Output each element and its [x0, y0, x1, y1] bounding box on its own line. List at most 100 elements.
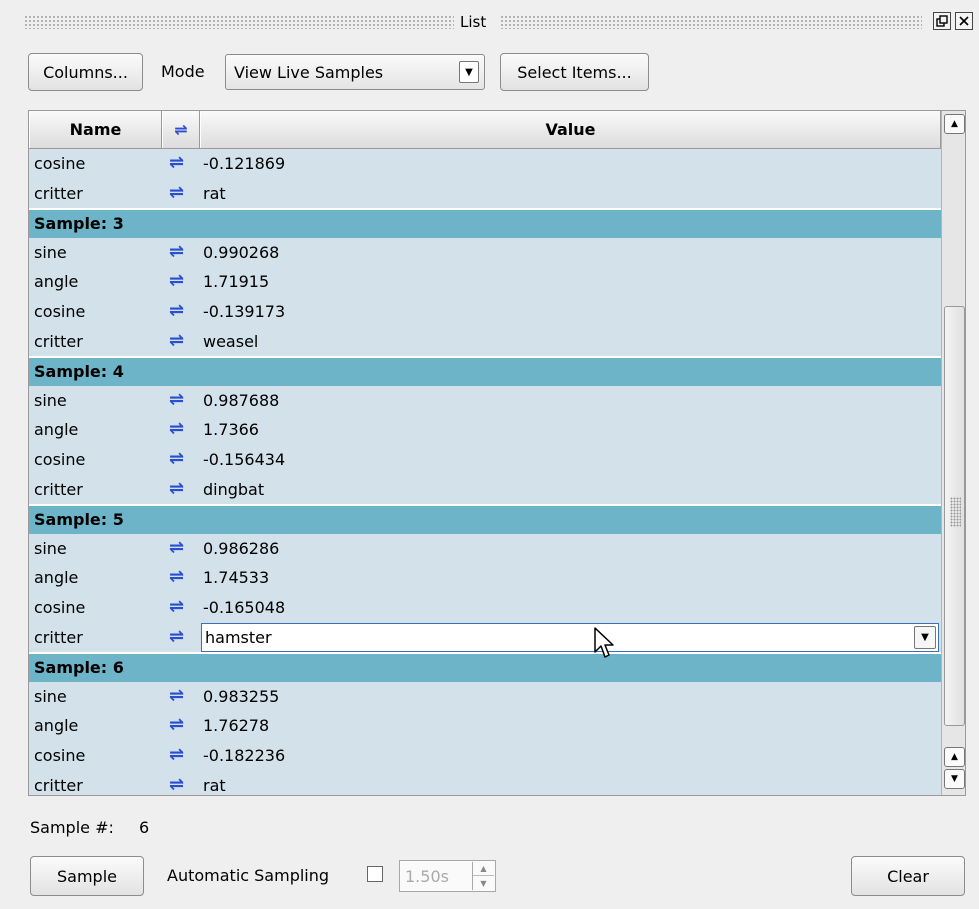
table-row[interactable]: cosine ⇌ -0.165048 — [29, 593, 941, 623]
table-row[interactable]: sine ⇌ 0.983255 — [29, 682, 941, 712]
row-name: sine — [34, 538, 67, 558]
column-header-swap-icon[interactable]: ⇌ — [162, 111, 200, 148]
title-bar-grip-left[interactable] — [24, 15, 454, 29]
mouse-pointer-icon — [594, 627, 614, 658]
swap-icon[interactable]: ⇌ — [169, 537, 184, 558]
swap-icon[interactable]: ⇌ — [169, 270, 184, 291]
sampling-interval-spinbox[interactable]: 1.50s ▲ ▼ — [399, 860, 496, 892]
mode-label: Mode — [161, 62, 205, 81]
automatic-sampling-checkbox[interactable] — [367, 866, 383, 882]
row-value: weasel — [203, 331, 259, 351]
spin-up-arrow-icon[interactable]: ▲ — [473, 862, 494, 876]
row-name: sine — [34, 686, 67, 706]
swap-icon[interactable]: ⇌ — [169, 418, 184, 439]
row-name: critter — [34, 183, 83, 203]
row-value: 1.74533 — [203, 568, 270, 588]
sample-group-label: Sample: 3 — [34, 214, 124, 234]
sample-group-header[interactable]: Sample: 4 — [29, 356, 941, 387]
table-row[interactable]: sine ⇌ 0.986286 — [29, 534, 941, 564]
row-name: cosine — [34, 302, 86, 321]
table-row[interactable]: cosine ⇌ -0.182236 — [29, 741, 941, 771]
table-row[interactable]: angle ⇌ 1.71915 — [29, 267, 941, 297]
table-row[interactable]: angle ⇌ 1.76278 — [29, 711, 941, 741]
columns-button[interactable]: Columns... — [28, 53, 143, 91]
spin-down-arrow-icon[interactable]: ▼ — [473, 876, 494, 890]
table-row[interactable]: cosine ⇌ -0.156434 — [29, 445, 941, 475]
mode-dropdown[interactable]: View Live Samples ▼ — [225, 54, 485, 90]
swap-icon[interactable]: ⇌ — [169, 566, 184, 587]
row-name: critter — [34, 775, 83, 795]
scroll-down-arrow-icon[interactable]: ▼ — [944, 769, 965, 789]
row-value: -0.165048 — [203, 598, 286, 617]
row-value: rat — [203, 183, 226, 203]
sample-group-label: Sample: 4 — [34, 362, 124, 382]
scrollbar-thumb[interactable] — [944, 306, 965, 726]
sample-group-header[interactable]: Sample: 3 — [29, 208, 941, 239]
scroll-up-arrow-icon[interactable]: ▲ — [944, 114, 965, 134]
sample-number-value: 6 — [139, 818, 150, 837]
swap-icon[interactable]: ⇌ — [169, 300, 184, 321]
select-items-button[interactable]: Select Items... — [500, 53, 649, 91]
row-value: 0.986286 — [203, 538, 280, 558]
swap-icon[interactable]: ⇌ — [169, 182, 184, 203]
table-row[interactable]: critter ⇌ rat — [29, 179, 941, 209]
table-row[interactable]: cosine ⇌ -0.139173 — [29, 297, 941, 327]
swap-icon[interactable]: ⇌ — [169, 685, 184, 706]
mode-dropdown-value: View Live Samples — [234, 63, 384, 82]
swap-icon[interactable]: ⇌ — [169, 241, 184, 262]
sample-group-header[interactable]: Sample: 5 — [29, 504, 941, 535]
sampling-interval-value: 1.50s — [405, 867, 449, 886]
swap-icon[interactable]: ⇌ — [169, 596, 184, 617]
table-row[interactable]: critter ⇌ rat — [29, 771, 941, 795]
value-edit-combo[interactable]: hamster ▼ — [201, 622, 939, 652]
table-row[interactable]: sine ⇌ 0.990268 — [29, 238, 941, 268]
scroll-up-arrow-icon[interactable]: ▲ — [944, 747, 965, 767]
swap-icon[interactable]: ⇌ — [169, 626, 184, 647]
row-name: angle — [34, 272, 79, 292]
sample-group-header[interactable]: Sample: 6 — [29, 652, 941, 683]
float-window-icon[interactable] — [933, 12, 951, 30]
swap-icon[interactable]: ⇌ — [169, 744, 184, 765]
table-row[interactable]: critter ⇌ weasel — [29, 327, 941, 357]
sample-number-label: Sample #: — [30, 818, 114, 837]
close-window-icon[interactable] — [955, 12, 973, 30]
swap-icon[interactable]: ⇌ — [169, 330, 184, 351]
column-header-name[interactable]: Name — [29, 111, 162, 148]
row-name: sine — [34, 242, 67, 262]
sample-group-label: Sample: 6 — [34, 658, 124, 678]
row-value: -0.156434 — [203, 450, 286, 469]
swap-icon[interactable]: ⇌ — [169, 714, 184, 735]
column-header-value[interactable]: Value — [200, 111, 941, 148]
table-row[interactable]: cosine ⇌ -0.121869 — [29, 149, 941, 179]
swap-icon[interactable]: ⇌ — [169, 389, 184, 410]
table-row[interactable]: sine ⇌ 0.987688 — [29, 386, 941, 416]
row-name: angle — [34, 420, 79, 440]
value-edit-text[interactable]: hamster — [205, 628, 272, 647]
row-value: 1.71915 — [203, 272, 270, 292]
swap-icon[interactable]: ⇌ — [169, 478, 184, 499]
row-value: 0.987688 — [203, 390, 280, 410]
chevron-down-icon[interactable]: ▼ — [459, 61, 479, 83]
table-row[interactable]: angle ⇌ 1.7366 — [29, 415, 941, 445]
swap-icon[interactable]: ⇌ — [169, 448, 184, 469]
table-row[interactable]: angle ⇌ 1.74533 — [29, 563, 941, 593]
row-name: cosine — [34, 450, 86, 469]
row-name: cosine — [34, 598, 86, 617]
swap-icon[interactable]: ⇌ — [169, 152, 184, 173]
swap-icon[interactable]: ⇌ — [169, 774, 184, 795]
vertical-scrollbar[interactable]: ▲ ▲ ▼ — [941, 111, 965, 795]
sample-group-label: Sample: 5 — [34, 510, 124, 530]
sample-button[interactable]: Sample — [30, 856, 144, 896]
row-value: 0.990268 — [203, 242, 280, 262]
clear-button[interactable]: Clear — [851, 856, 965, 896]
table-row[interactable]: critter ⇌ dingbat — [29, 475, 941, 505]
row-name: critter — [34, 479, 83, 499]
title-bar-grip-right[interactable] — [500, 15, 922, 29]
row-name: angle — [34, 716, 79, 736]
row-name: critter — [34, 627, 83, 647]
sample-list-view[interactable]: Name ⇌ Value cosine ⇌ -0.121869 critter ⇌ rat… — [28, 110, 966, 796]
table-row[interactable]: critter ⇌ hamster ▼ — [29, 622, 941, 653]
row-value: dingbat — [203, 479, 265, 499]
row-name: angle — [34, 568, 79, 588]
chevron-down-icon[interactable]: ▼ — [914, 625, 936, 649]
